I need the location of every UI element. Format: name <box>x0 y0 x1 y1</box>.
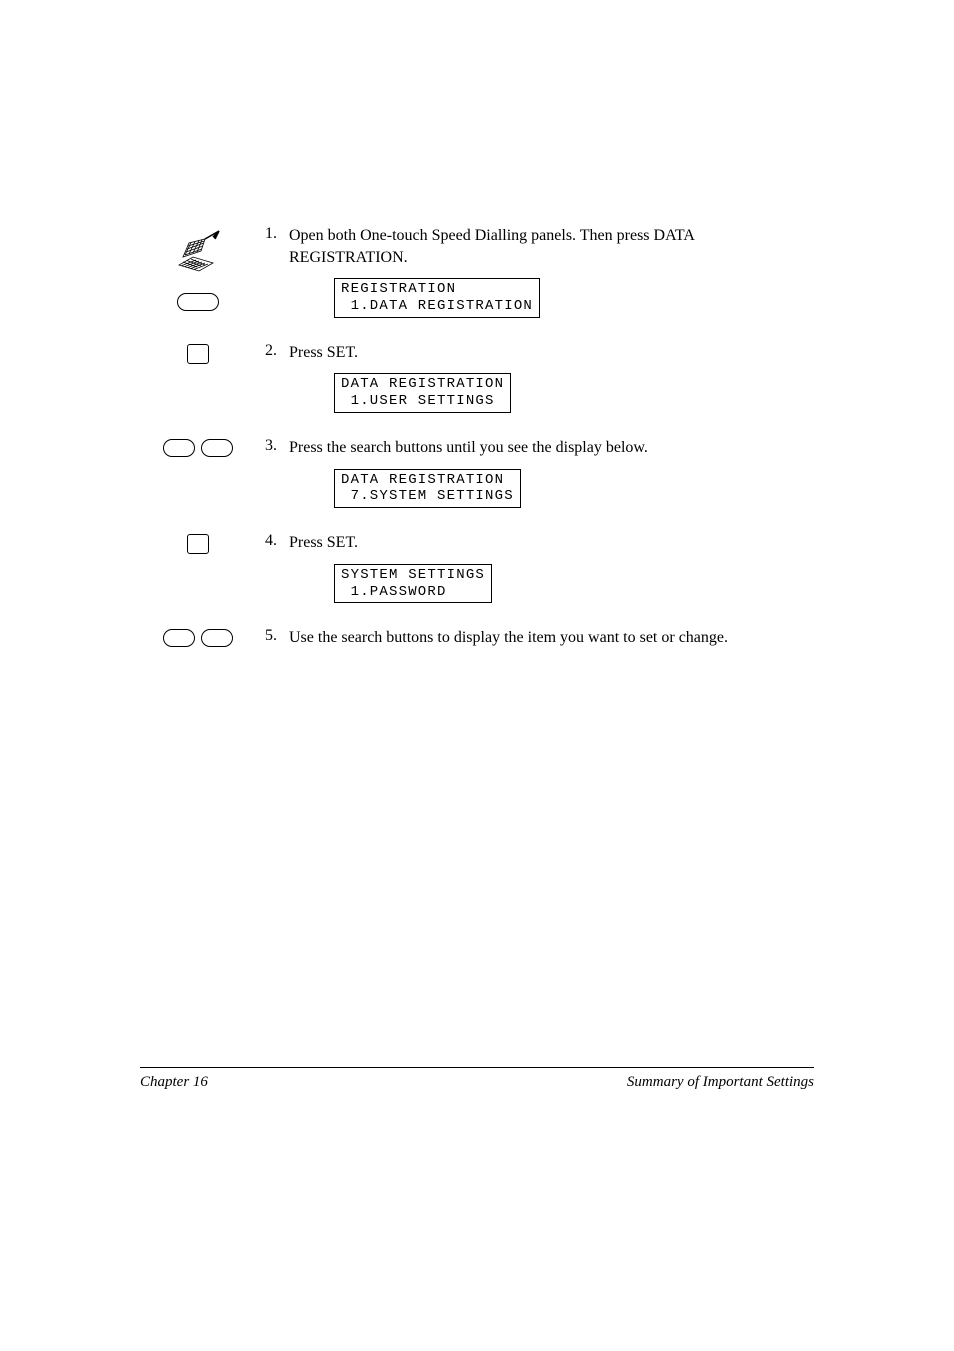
step-content: Open both One-touch Speed Dialling panel… <box>277 225 814 332</box>
step-4-icon-col <box>140 532 255 554</box>
lcd-line-2: 1.USER SETTINGS <box>341 393 504 410</box>
step-3-row: 3. Press the search buttons until you se… <box>140 437 814 522</box>
step-1-row: 1. Open both One-touch Speed Dialling pa… <box>140 225 814 332</box>
search-button-left-icon <box>163 629 195 647</box>
lcd-line-1: REGISTRATION <box>341 281 533 298</box>
step-2-icon-col <box>140 342 255 364</box>
step-2-row: 2. Press SET. DATA REGISTRATION 1.USER S… <box>140 342 814 427</box>
search-button-left-icon <box>163 439 195 457</box>
open-panel-icon <box>171 227 225 275</box>
step-text: Use the search buttons to display the it… <box>289 627 814 649</box>
set-button-icon <box>187 344 209 364</box>
lcd-line-1: DATA REGISTRATION <box>341 472 514 489</box>
step-number: 1. <box>255 225 277 243</box>
lcd-display: REGISTRATION 1.DATA REGISTRATION <box>334 278 540 318</box>
footer-title: Summary of Important Settings <box>627 1074 814 1091</box>
panel-and-button-icon <box>171 227 225 311</box>
set-button-icon <box>187 534 209 554</box>
data-registration-button-icon <box>177 293 219 311</box>
step-text: Press SET. <box>289 532 814 554</box>
step-content: Press the search buttons until you see t… <box>277 437 814 522</box>
step-text: Press the search buttons until you see t… <box>289 437 814 459</box>
step-number: 4. <box>255 532 277 550</box>
step-content: Press SET. DATA REGISTRATION 1.USER SETT… <box>277 342 814 427</box>
lcd-line-2: 7.SYSTEM SETTINGS <box>341 488 514 505</box>
footer-chapter: Chapter 16 <box>140 1074 208 1091</box>
lcd-line-2: 1.PASSWORD <box>341 584 485 601</box>
step-5-icon-col <box>140 627 255 647</box>
step-text: Press SET. <box>289 342 814 364</box>
search-buttons-icon <box>163 629 233 647</box>
lcd-line-1: DATA REGISTRATION <box>341 376 504 393</box>
step-1-icon-col <box>140 225 255 311</box>
step-4-row: 4. Press SET. SYSTEM SETTINGS 1.PASSWORD <box>140 532 814 617</box>
lcd-line-1: SYSTEM SETTINGS <box>341 567 485 584</box>
search-buttons-icon <box>163 439 233 457</box>
step-5-row: 5. Use the search buttons to display the… <box>140 627 814 657</box>
page-footer: Chapter 16 Summary of Important Settings <box>140 1067 814 1091</box>
step-3-icon-col <box>140 437 255 457</box>
step-content: Press SET. SYSTEM SETTINGS 1.PASSWORD <box>277 532 814 617</box>
lcd-display: DATA REGISTRATION 7.SYSTEM SETTINGS <box>334 469 521 509</box>
lcd-display: DATA REGISTRATION 1.USER SETTINGS <box>334 373 511 413</box>
step-text: Open both One-touch Speed Dialling panel… <box>289 225 814 268</box>
lcd-line-2: 1.DATA REGISTRATION <box>341 298 533 315</box>
search-button-right-icon <box>201 439 233 457</box>
page: 1. Open both One-touch Speed Dialling pa… <box>0 0 954 1351</box>
lcd-display: SYSTEM SETTINGS 1.PASSWORD <box>334 564 492 604</box>
step-number: 3. <box>255 437 277 455</box>
step-content: Use the search buttons to display the it… <box>277 627 814 657</box>
step-number: 2. <box>255 342 277 360</box>
step-number: 5. <box>255 627 277 645</box>
search-button-right-icon <box>201 629 233 647</box>
